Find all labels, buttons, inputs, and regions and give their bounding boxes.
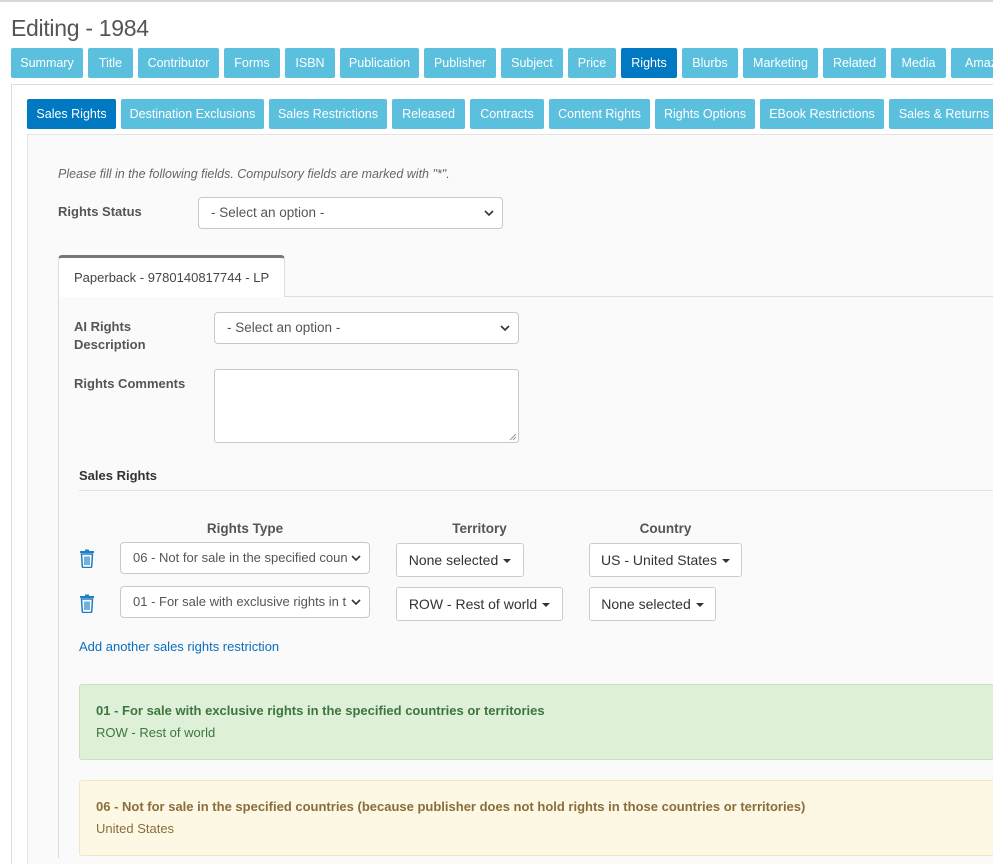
rights-type-value-1: 06 - Not for sale in the specified coun [133,550,348,565]
tab-publisher[interactable]: Publisher [424,48,496,78]
tab-contributor[interactable]: Contributor [138,48,219,78]
chevron-down-icon [351,555,361,562]
tab-rights[interactable]: Rights [621,48,677,78]
caret-down-icon [721,559,730,564]
chevron-down-icon [351,599,361,606]
tab-amazon[interactable]: Amaz [951,48,993,78]
sales-rights-summary-success: 01 - For sale with exclusive rights in t… [79,684,993,760]
subtab-contracts[interactable]: Contracts [470,99,544,129]
add-sales-rights-link[interactable]: Add another sales rights restriction [79,639,279,654]
chevron-down-icon [500,325,510,332]
rights-comments-textarea[interactable] [214,369,519,443]
tab-subject[interactable]: Subject [501,48,563,78]
top-border [0,0,993,2]
form-hint: Please fill in the following fields. Com… [58,167,450,181]
ai-rights-label: AI Rights Description [74,318,146,354]
sales-rights-heading: Sales Rights [79,468,158,483]
subtab-sales-restrictions[interactable]: Sales Restrictions [269,99,387,129]
ai-rights-label-line1: AI Rights [74,319,132,334]
summary-text: ROW - Rest of world [96,725,216,740]
tab-forms[interactable]: Forms [224,48,280,78]
tab-media[interactable]: Media [891,48,946,78]
rights-status-value: - Select an option - [211,205,325,220]
country-dropdown-2[interactable]: None selected [589,587,716,621]
col-territory: Territory [452,521,507,536]
sales-rights-summary-warning: 06 - Not for sale in the specified count… [79,780,993,856]
product-tab-paperback[interactable]: Paperback - 9780140817744 - LP [58,255,285,297]
rights-comments-label: Rights Comments [74,376,186,391]
resize-handle-icon[interactable] [509,433,517,441]
rights-type-select-2[interactable]: 01 - For sale with exclusive rights in t [120,586,370,618]
summary-title: 06 - Not for sale in the specified count… [96,799,806,814]
tab-publication[interactable]: Publication [340,48,419,78]
page-title: Editing - 1984 [11,15,149,41]
col-country: Country [639,521,692,536]
rights-status-label: Rights Status [58,204,142,219]
summary-text: United States [96,821,175,836]
territory-value-1: None selected [408,552,499,568]
tab-related[interactable]: Related [823,48,886,78]
tab-marketing[interactable]: Marketing [743,48,818,78]
ai-rights-select[interactable]: - Select an option - [214,312,519,344]
tab-isbn[interactable]: ISBN [285,48,335,78]
subtab-sales-rights[interactable]: Sales Rights [27,99,116,129]
tab-price[interactable]: Price [568,48,616,78]
country-value-2: None selected [601,596,691,612]
sub-tab-bar: Sales Rights Destination Exclusions Sales … [27,99,993,129]
tab-blurbs[interactable]: Blurbs [682,48,738,78]
tab-summary[interactable]: Summary [11,48,83,78]
ai-rights-label-line2: Description [74,337,146,352]
territory-dropdown-1[interactable]: None selected [396,543,524,577]
territory-value-2: ROW - Rest of world [408,596,538,612]
rights-status-select[interactable]: - Select an option - [198,197,503,229]
section-divider [79,490,993,491]
caret-down-icon [542,603,551,608]
subtab-rights-options[interactable]: Rights Options [655,99,755,129]
summary-title: 01 - For sale with exclusive rights in t… [96,703,545,718]
territory-dropdown-2[interactable]: ROW - Rest of world [396,587,563,621]
rights-type-value-2: 01 - For sale with exclusive rights in t [133,594,347,609]
ai-rights-value: - Select an option - [227,320,341,335]
subtab-destination-exclusions[interactable]: Destination Exclusions [121,99,264,129]
caret-down-icon [695,603,704,608]
main-tab-bar: Summary Title Contributor Forms ISBN Publicat… [11,48,993,78]
country-value-1: US - United States [601,552,717,568]
product-tab-body [58,296,993,858]
country-dropdown-1[interactable]: US - United States [589,543,742,577]
trash-icon[interactable] [79,549,95,568]
caret-down-icon [503,559,512,564]
trash-icon[interactable] [79,594,95,613]
subtab-sales-returns[interactable]: Sales & Returns [889,99,993,129]
rights-type-select-1[interactable]: 06 - Not for sale in the specified coun [120,542,370,574]
subtab-ebook-restrictions[interactable]: EBook Restrictions [760,99,884,129]
subtab-released[interactable]: Released [392,99,465,129]
tab-title[interactable]: Title [88,48,133,78]
col-rights-type: Rights Type [206,521,284,536]
chevron-down-icon [484,210,494,217]
subtab-content-rights[interactable]: Content Rights [549,99,650,129]
